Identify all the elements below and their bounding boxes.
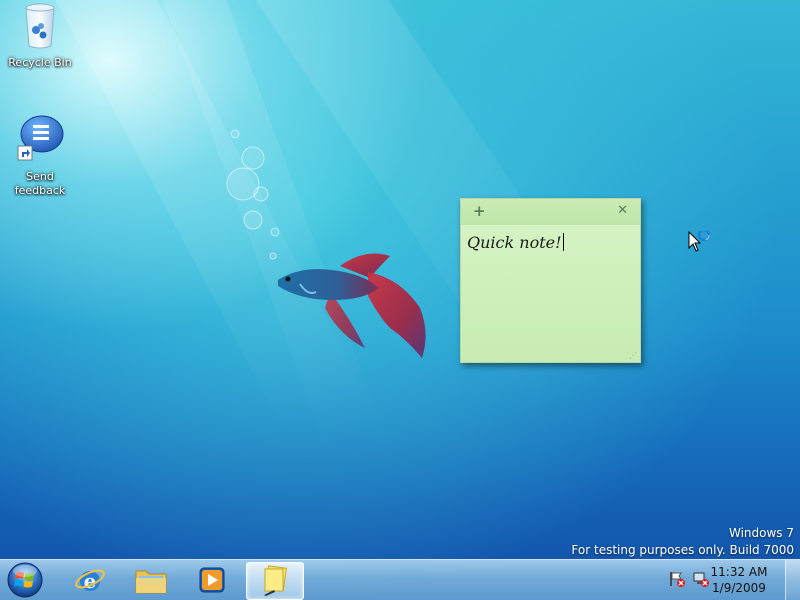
taskbar-windows-media-player[interactable] xyxy=(185,562,239,598)
clock-time: 11:32 AM xyxy=(710,565,768,579)
desktop-icon-recycle-bin[interactable]: Recycle Bin xyxy=(0,2,80,70)
system-clock[interactable]: 11:32 AM 1/9/2009 xyxy=(704,564,774,596)
watermark-os-name: Windows 7 xyxy=(728,526,794,540)
sticky-note-text-area[interactable]: Quick note! xyxy=(467,233,634,252)
taskbar: e 11:32 AM 1/9/2009 xyxy=(0,559,800,600)
resize-grip-icon[interactable]: ⋰ xyxy=(629,351,637,360)
light-ray xyxy=(45,0,369,441)
send-feedback-icon xyxy=(17,115,64,161)
recycle-bin-icon xyxy=(25,3,55,49)
sticky-note-titlebar[interactable]: + ✕ xyxy=(461,199,640,225)
start-button[interactable] xyxy=(5,561,45,599)
sticky-note-text: Quick note! xyxy=(467,233,562,252)
busy-cursor-icon xyxy=(688,231,711,252)
text-caret xyxy=(562,233,564,251)
sticky-note[interactable]: + ✕ Quick note! ⋰ xyxy=(460,198,641,363)
recycle-bin-label: Recycle Bin xyxy=(8,56,72,69)
clock-date: 1/9/2009 xyxy=(712,581,766,595)
build-watermark: Windows 7 For testing purposes only. Bui… xyxy=(571,525,794,559)
close-note-button[interactable]: ✕ xyxy=(617,203,628,218)
sticky-notes-icon xyxy=(264,565,288,596)
betta-fish-wallpaper xyxy=(278,253,426,358)
taskbar-sticky-notes[interactable] xyxy=(246,562,304,600)
send-feedback-label: Send feedback xyxy=(14,170,66,197)
show-desktop-button[interactable] xyxy=(785,560,800,600)
media-player-icon xyxy=(199,567,225,593)
taskbar-internet-explorer[interactable]: e xyxy=(63,562,117,598)
folder-icon xyxy=(135,570,167,594)
watermark-build-text: For testing purposes only. Build 7000 xyxy=(571,543,794,557)
desktop-icon-send-feedback[interactable]: Send feedback xyxy=(0,114,80,198)
new-note-button[interactable]: + xyxy=(473,202,486,220)
taskbar-windows-explorer[interactable] xyxy=(124,562,178,598)
ie-icon: e xyxy=(75,569,105,593)
action-center-flag-icon[interactable] xyxy=(668,570,686,588)
